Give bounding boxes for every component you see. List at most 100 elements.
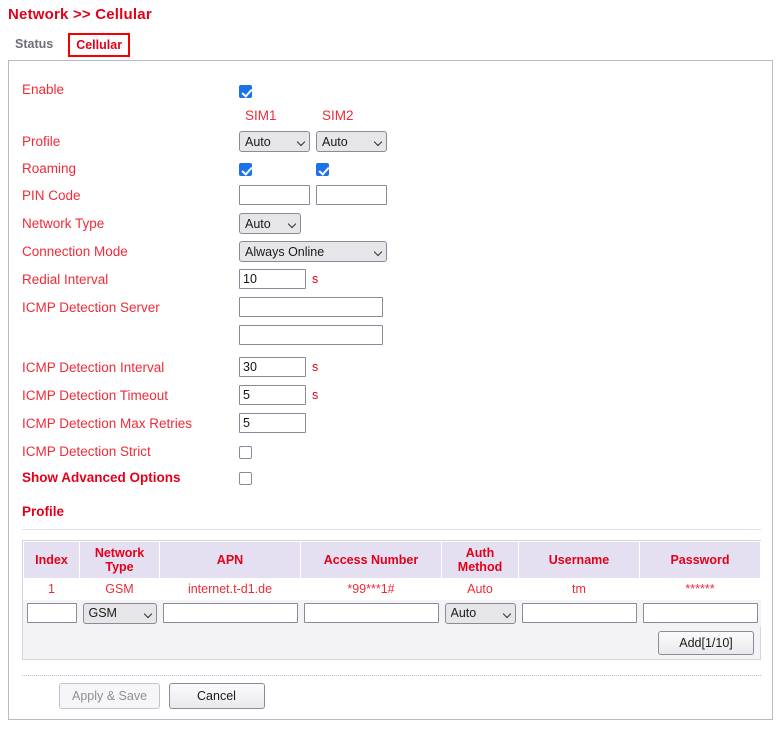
col-access-number: Access Number (300, 541, 442, 579)
row-enable: Enable (9, 79, 772, 106)
tab-status[interactable]: Status (8, 33, 60, 55)
row-roaming: Roaming (9, 158, 772, 185)
cell-index: 1 (23, 578, 80, 600)
label-icmp-detection-max-retries: ICMP Detection Max Retries (22, 416, 193, 431)
new-auth-method-select[interactable]: Auto (444, 602, 516, 624)
label-pin-code: PIN Code (22, 188, 81, 203)
profile-section-divider (22, 529, 761, 530)
row-icmp-detection-max-retries: ICMP Detection Max Retries (9, 413, 772, 440)
profile-sim1-select[interactable]: Auto (239, 131, 310, 152)
new-access-number-cell (300, 599, 442, 627)
pin-code-sim2-input[interactable] (316, 185, 387, 205)
connection-mode-selectwrap: Always Online (239, 241, 387, 262)
icmp-detection-interval-unit: s (312, 360, 319, 374)
new-auth-method-selectwrap: Auto (444, 602, 516, 624)
icmp-detection-server-input-2[interactable] (239, 325, 383, 345)
row-redial-interval: Redial Interval s (9, 269, 772, 296)
col-password: Password (639, 541, 761, 579)
apply-and-save-button[interactable]: Apply & Save (59, 683, 161, 709)
add-profile-button[interactable]: Add[1/10] (658, 630, 754, 655)
enable-checkbox[interactable] (239, 85, 252, 99)
icmp-detection-interval-input[interactable] (239, 357, 306, 377)
row-icmp-detection-strict: ICMP Detection Strict (9, 441, 772, 468)
sim2-header: SIM2 (322, 108, 354, 123)
profile-new-row: GSM Auto (23, 599, 761, 627)
table-row[interactable]: 1 GSM internet.t-d1.de *99***1# Auto tm … (23, 578, 761, 600)
icmp-detection-strict-checkbox[interactable] (239, 446, 252, 460)
label-icmp-detection-interval: ICMP Detection Interval (22, 360, 165, 375)
breadcrumb: Network >> Cellular (8, 6, 152, 23)
profile-add-bar: Add[1/10] (23, 626, 760, 659)
row-icmp-detection-interval: ICMP Detection Interval s (9, 357, 772, 384)
label-network-type: Network Type (22, 216, 105, 231)
label-connection-mode: Connection Mode (22, 244, 128, 259)
cell-password: ****** (639, 578, 761, 600)
tab-cellular[interactable]: Cellular (68, 33, 131, 57)
sim1-header: SIM1 (245, 108, 277, 123)
new-network-type-select[interactable]: GSM (82, 602, 157, 624)
new-username-cell (518, 599, 640, 627)
row-show-advanced-options: Show Advanced Options (9, 467, 772, 494)
row-pin-code: PIN Code (9, 185, 772, 212)
icmp-detection-server-input-1[interactable] (239, 297, 383, 317)
roaming-sim1-checkbox[interactable] (239, 163, 252, 177)
row-connection-mode: Connection Mode Always Online (9, 241, 772, 268)
row-network-type: Network Type Auto (9, 213, 772, 240)
redial-interval-input[interactable] (239, 269, 306, 289)
profile-sim2-selectwrap: Auto (316, 131, 387, 152)
icmp-detection-timeout-input[interactable] (239, 385, 306, 405)
row-profile: Profile Auto Auto (9, 131, 772, 158)
new-auth-method-cell: Auto (441, 599, 519, 627)
col-network-type: Network Type (79, 541, 160, 579)
profile-table-header-row: Index Network Type APN Access Number Aut… (23, 541, 761, 579)
content-panel: Enable SIM1 SIM2 Profile Auto Auto Roami… (8, 60, 773, 720)
icmp-detection-timeout-unit: s (312, 388, 319, 402)
connection-mode-select[interactable]: Always Online (239, 241, 387, 262)
new-index-input[interactable] (26, 603, 77, 623)
col-index: Index (23, 541, 80, 579)
new-apn-input[interactable] (162, 603, 298, 623)
pin-code-sim1-input[interactable] (239, 185, 310, 205)
profile-table-container: Index Network Type APN Access Number Aut… (22, 540, 761, 660)
cancel-button[interactable]: Cancel (168, 683, 265, 709)
row-icmp-detection-server: ICMP Detection Server (9, 297, 772, 324)
label-icmp-detection-timeout: ICMP Detection Timeout (22, 388, 169, 403)
new-username-input[interactable] (521, 603, 637, 623)
cell-apn: internet.t-d1.de (159, 578, 301, 600)
profile-section-title: Profile (22, 504, 65, 519)
profile-table: Index Network Type APN Access Number Aut… (23, 541, 761, 627)
footer-buttons: Apply & Save Cancel (59, 683, 265, 709)
row-icmp-detection-timeout: ICMP Detection Timeout s (9, 385, 772, 412)
label-profile: Profile (22, 134, 61, 149)
show-advanced-options-checkbox[interactable] (239, 472, 252, 486)
profile-sim2-select[interactable]: Auto (316, 131, 387, 152)
col-apn: APN (159, 541, 301, 579)
icmp-detection-max-retries-input[interactable] (239, 413, 306, 433)
new-network-type-cell: GSM (79, 599, 160, 627)
label-roaming: Roaming (22, 161, 77, 176)
label-redial-interval: Redial Interval (22, 272, 109, 287)
new-password-cell (639, 599, 761, 627)
cell-network-type: GSM (79, 578, 160, 600)
cell-auth-method: Auto (441, 578, 519, 600)
label-enable: Enable (22, 82, 65, 97)
new-password-input[interactable] (642, 603, 758, 623)
roaming-sim2-checkbox[interactable] (316, 163, 329, 177)
label-show-advanced-options: Show Advanced Options (22, 470, 181, 485)
col-username: Username (518, 541, 640, 579)
network-type-select[interactable]: Auto (239, 213, 301, 234)
row-icmp-detection-server-2 (9, 325, 772, 352)
row-sim-headers: SIM1 SIM2 (9, 105, 772, 132)
cellular-config-page: Network >> Cellular Status Cellular Enab… (0, 0, 781, 729)
label-icmp-detection-server: ICMP Detection Server (22, 300, 160, 315)
new-access-number-input[interactable] (303, 603, 439, 623)
col-auth-method: Auth Method (441, 541, 519, 579)
new-index-cell (23, 599, 80, 627)
new-apn-cell (159, 599, 301, 627)
network-type-selectwrap: Auto (239, 213, 301, 234)
profile-sim1-selectwrap: Auto (239, 131, 310, 152)
new-network-type-selectwrap: GSM (82, 602, 157, 624)
tab-strip: Status Cellular (8, 33, 131, 57)
footer-divider (22, 675, 761, 676)
cell-username: tm (518, 578, 640, 600)
